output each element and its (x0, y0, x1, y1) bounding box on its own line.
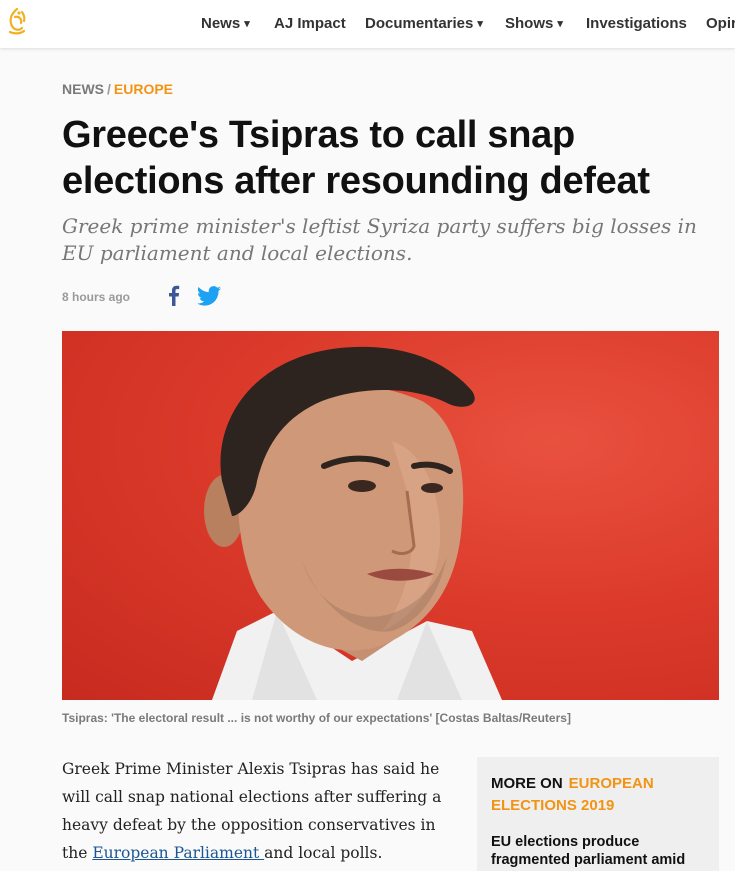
body-text-segment: and local polls. (264, 844, 383, 862)
chevron-down-icon: ▾ (477, 18, 483, 30)
article-subheadline: Greek prime minister's leftist Syriza pa… (62, 214, 697, 265)
nav-item-label: AJ Impact (274, 15, 346, 32)
nav-item-label: Shows (505, 15, 554, 32)
image-caption: Tsipras: 'The electoral result ... is no… (62, 711, 571, 725)
related-topic-box: MORE ON EUROPEAN ELECTIONS 2019 EU electi… (477, 757, 719, 871)
breadcrumb-europe-link[interactable]: EUROPE (114, 81, 173, 97)
nav-item-aj-impact[interactable]: AJ Impact (274, 15, 346, 32)
breadcrumb: NEWS / EUROPE (62, 81, 173, 97)
related-article-link[interactable]: EU elections produce fragmented parliame… (491, 833, 705, 869)
breadcrumb-news-link[interactable]: NEWS (62, 81, 104, 97)
chevron-down-icon: ▾ (244, 18, 250, 30)
nav-item-opinion[interactable]: Opir (706, 15, 735, 32)
article-timestamp: 8 hours ago (62, 290, 131, 304)
al-jazeera-logo[interactable] (5, 6, 29, 38)
related-topic-heading: MORE ON EUROPEAN ELECTIONS 2019 (491, 773, 705, 817)
nav-item-label: Investigations (586, 15, 687, 32)
breadcrumb-separator: / (107, 81, 111, 97)
nav-item-documentaries[interactable]: Documentaries ▾ (365, 15, 483, 32)
facebook-icon[interactable] (165, 284, 181, 306)
article-hero-image (62, 331, 719, 700)
nav-item-label: Opir (706, 15, 735, 32)
nav-item-label: News (201, 15, 241, 32)
article-body-paragraph: Greek Prime Minister Alexis Tsipras has … (62, 755, 457, 867)
nav-item-news[interactable]: News ▾ (201, 15, 250, 32)
chevron-down-icon: ▾ (557, 18, 563, 30)
nav-item-label: Documentaries (365, 15, 474, 32)
twitter-icon[interactable] (197, 286, 221, 306)
nav-item-investigations[interactable]: Investigations (586, 15, 687, 32)
related-label: MORE ON (491, 775, 563, 792)
nav-item-shows[interactable]: Shows ▾ (505, 15, 563, 32)
portrait-illustration (204, 346, 502, 700)
article-headline: Greece's Tsipras to call snap elections … (62, 114, 650, 202)
top-nav-bar: News ▾ AJ Impact Documentaries ▾ Shows ▾ In… (0, 0, 735, 48)
european-parliament-link[interactable]: European Parliament (92, 844, 264, 862)
